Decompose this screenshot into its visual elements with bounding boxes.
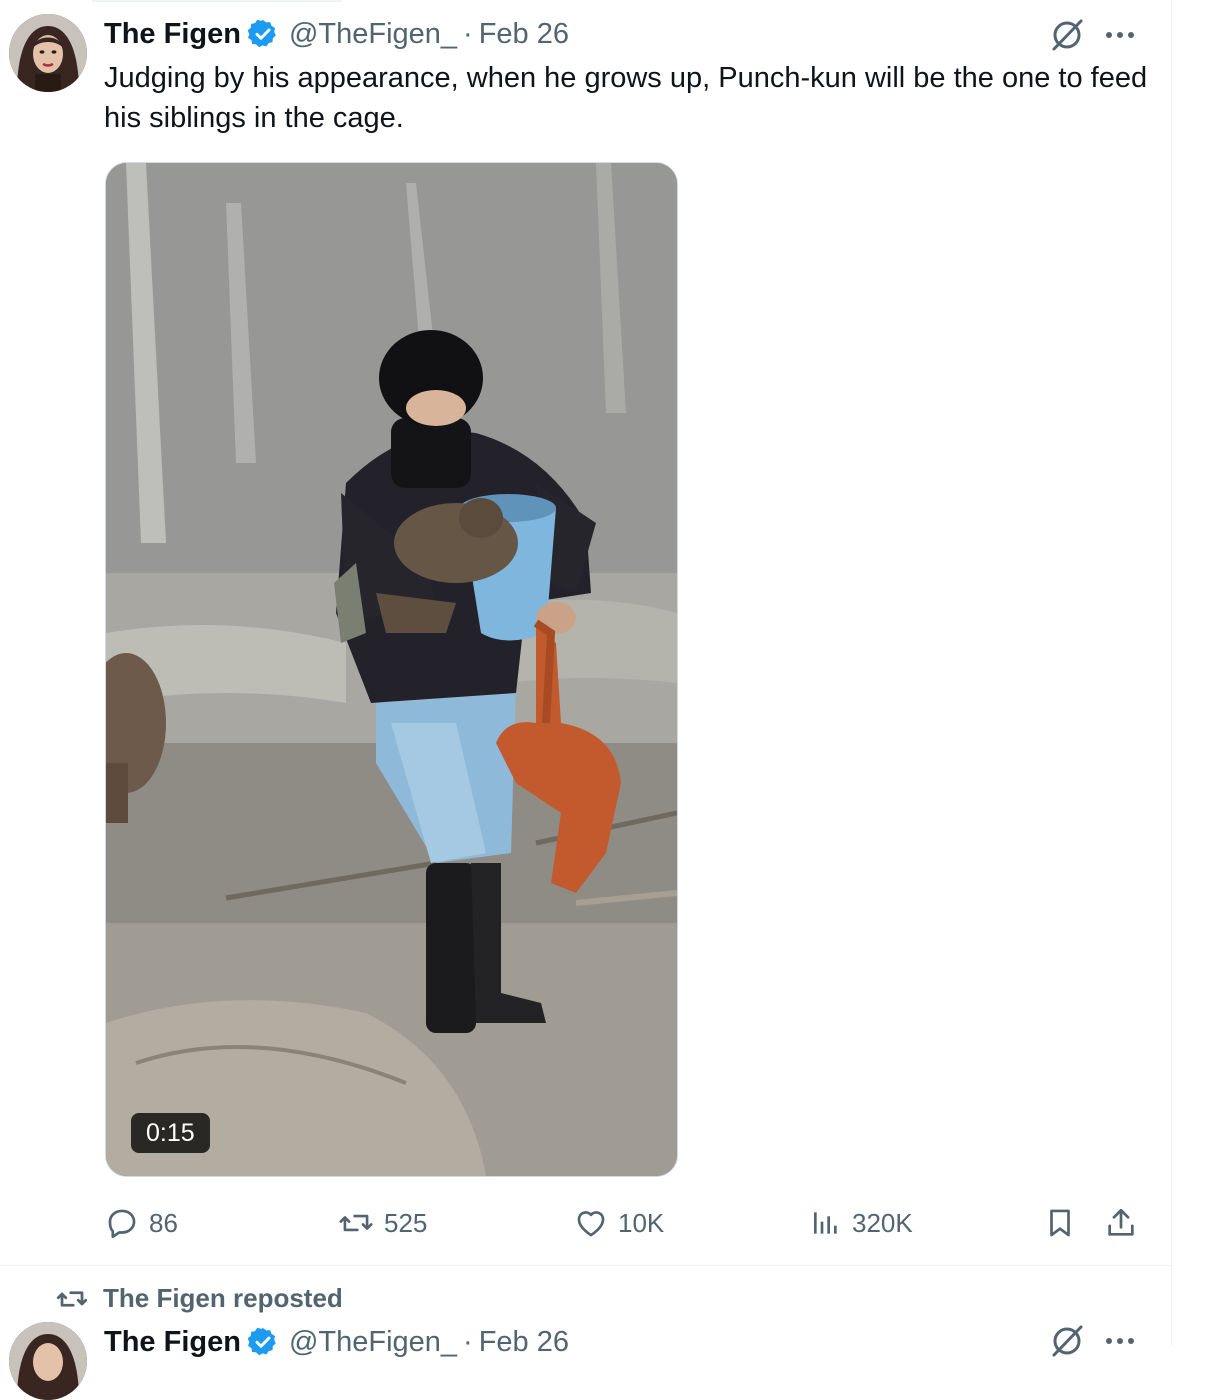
author-handle[interactable]: @TheFigen_ [289,18,457,51]
next-author-handle[interactable]: @TheFigen_ [289,1326,457,1359]
like-count: 10K [618,1207,665,1238]
view-count: 320K [852,1207,913,1238]
like-button[interactable]: 10K [574,1200,664,1246]
separator-dot: · [463,1325,473,1358]
heart-icon [577,1211,605,1237]
next-tweet-header: The Figen @TheFigen_ · Feb 26 [104,1320,569,1364]
tweet-divider [0,1265,1171,1266]
video-player[interactable]: 0:15 [105,162,678,1177]
tweet-date[interactable]: Feb 26 [479,18,569,51]
tweet-actions: 86 525 10K 320K [0,1200,1171,1246]
previous-item-edge [92,0,342,2]
repost-count: 525 [384,1207,428,1238]
tweet-header: The Figen @TheFigen_ · Feb 26 [104,12,569,56]
grok-icon[interactable] [1048,1322,1086,1360]
share-icon [1108,1208,1134,1236]
next-author-avatar[interactable] [9,1322,87,1400]
reply-icon [108,1209,136,1239]
repost-label: The Figen reposted [103,1283,343,1313]
repost-indicator[interactable]: The Figen reposted [55,1283,343,1314]
timeline-border [1171,0,1172,1346]
repost-icon [56,1290,88,1307]
repost-button[interactable]: 525 [338,1200,427,1246]
video-duration: 0:15 [131,1113,210,1153]
tweet-text: Judging by his appearance, when he grows… [104,62,1148,134]
next-author-name[interactable]: The Figen [104,1326,241,1359]
author-avatar[interactable] [9,14,87,92]
reply-count: 86 [149,1207,178,1238]
reply-button[interactable]: 86 [105,1200,178,1246]
author-name[interactable]: The Figen [104,18,241,51]
verified-badge-icon [247,18,279,50]
repost-icon [339,1214,373,1232]
more-icon[interactable] [1100,1324,1140,1358]
separator-dot: · [463,17,473,50]
bookmark-button[interactable] [1043,1200,1087,1246]
views-icon [814,1212,837,1234]
bookmark-icon [1050,1209,1070,1237]
more-icon[interactable] [1100,18,1140,52]
verified-badge-icon [247,1326,279,1358]
views-button[interactable]: 320K [810,1200,913,1246]
share-button[interactable] [1104,1200,1148,1246]
grok-icon[interactable] [1048,16,1086,54]
next-tweet-date[interactable]: Feb 26 [479,1326,569,1359]
